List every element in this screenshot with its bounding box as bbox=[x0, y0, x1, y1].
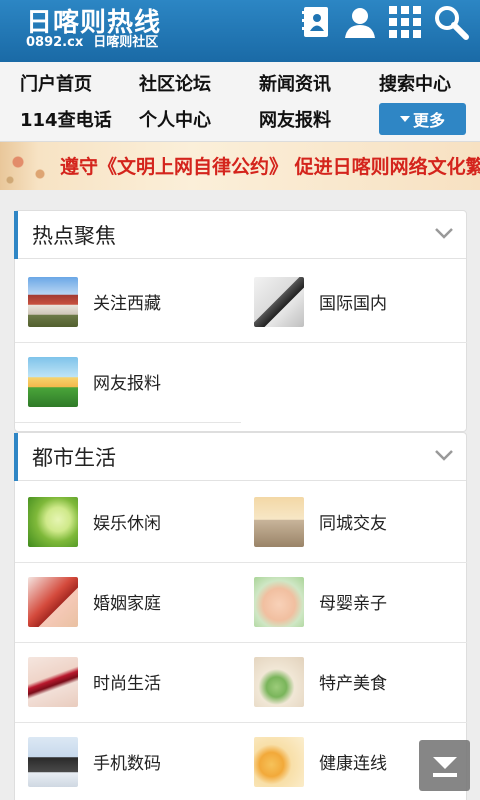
grid-item[interactable]: 特产美食 bbox=[241, 643, 467, 723]
chevron-down-icon[interactable] bbox=[434, 447, 454, 466]
nav-item-portal-home[interactable]: 门户首页 bbox=[20, 70, 92, 96]
banner-text: 遵守《文明上网自律公约》 促进日喀则网络文化繁荣 bbox=[60, 156, 480, 178]
nav-item-news[interactable]: 新闻资讯 bbox=[259, 70, 331, 96]
announcement-banner[interactable]: 遵守《文明上网自律公约》 促进日喀则网络文化繁荣 bbox=[0, 142, 480, 190]
grid-item-label: 娱乐休闲 bbox=[93, 514, 161, 534]
grid-item-label: 关注西藏 bbox=[93, 294, 161, 314]
phones-thumb bbox=[28, 737, 78, 787]
beach-couple-thumb bbox=[254, 497, 304, 547]
contact-book-icon[interactable] bbox=[296, 4, 336, 40]
grid-item[interactable]: 同城交友 bbox=[241, 483, 467, 563]
section-accent-bar bbox=[14, 211, 18, 259]
baby-thumb bbox=[254, 577, 304, 627]
arrow-down-icon bbox=[432, 756, 457, 777]
nav-item-phone-lookup[interactable]: 114查电话 bbox=[20, 106, 112, 132]
tibet-palace-thumb bbox=[28, 277, 78, 327]
section-title: 热点聚焦 bbox=[32, 224, 116, 248]
grid-item[interactable]: 网友报料 bbox=[15, 343, 241, 423]
section-header[interactable]: 都市生活 bbox=[14, 433, 466, 481]
flower-decoration-icon bbox=[0, 142, 60, 190]
grid-item-label: 特产美食 bbox=[319, 674, 387, 694]
section-accent-bar bbox=[14, 433, 18, 481]
girl-sunflower-thumb bbox=[28, 357, 78, 407]
grid-item[interactable]: 手机数码 bbox=[15, 723, 241, 800]
dumplings-thumb bbox=[254, 657, 304, 707]
grid-icon[interactable] bbox=[385, 4, 425, 40]
grid-item[interactable]: 娱乐休闲 bbox=[15, 483, 241, 563]
nav-item-community-forum[interactable]: 社区论坛 bbox=[139, 70, 211, 96]
grid-item-label: 国际国内 bbox=[319, 294, 387, 314]
section-header[interactable]: 热点聚焦 bbox=[14, 211, 466, 259]
scroll-to-bottom-button[interactable] bbox=[419, 740, 470, 791]
happy-fruit-thumb bbox=[254, 737, 304, 787]
lipstick-thumb bbox=[28, 657, 78, 707]
green-tea-thumb bbox=[28, 497, 78, 547]
search-icon[interactable] bbox=[431, 4, 471, 40]
chevron-down-icon bbox=[399, 116, 410, 122]
grid-item[interactable]: 时尚生活 bbox=[15, 643, 241, 723]
nav-item-search-center[interactable]: 搜索中心 bbox=[379, 70, 451, 96]
grid-item[interactable]: 母婴亲子 bbox=[241, 563, 467, 643]
grid-item-label: 手机数码 bbox=[93, 754, 161, 774]
site-logo-subtitle: 0892.cx 日喀则社区 bbox=[26, 31, 158, 50]
section-title: 都市生活 bbox=[32, 446, 116, 470]
more-button[interactable]: 更多 bbox=[379, 103, 466, 135]
grid-item[interactable]: 婚姻家庭 bbox=[15, 563, 241, 643]
user-icon[interactable] bbox=[340, 4, 380, 40]
grid-item-label: 健康连线 bbox=[319, 754, 387, 774]
grid-item-label: 网友报料 bbox=[93, 374, 161, 394]
chevron-down-icon[interactable] bbox=[434, 225, 454, 244]
section-city-life: 都市生活 娱乐休闲 同城交友 婚姻家庭 母婴亲子 时尚生活 特产美食 手机数码 … bbox=[14, 432, 467, 800]
grid-item[interactable]: 国际国内 bbox=[241, 263, 467, 343]
more-button-label: 更多 bbox=[412, 111, 445, 130]
nav-item-netizen-report[interactable]: 网友报料 bbox=[259, 106, 331, 132]
nav-item-personal-center[interactable]: 个人中心 bbox=[139, 106, 211, 132]
wedding-couple-thumb bbox=[28, 577, 78, 627]
grid-item-label: 母婴亲子 bbox=[319, 594, 387, 614]
grid-item-label: 婚姻家庭 bbox=[93, 594, 161, 614]
grid-item[interactable]: 关注西藏 bbox=[15, 263, 241, 343]
app-header: 日喀则热线 0892.cx 日喀则社区 bbox=[0, 0, 480, 62]
section-hot-focus: 热点聚焦 关注西藏 国际国内 网友报料 bbox=[14, 210, 467, 432]
coffee-newspaper-thumb bbox=[254, 277, 304, 327]
grid-item-label: 同城交友 bbox=[319, 514, 387, 534]
site-community-name: 日喀则社区 bbox=[93, 35, 159, 50]
grid-item-label: 时尚生活 bbox=[93, 674, 161, 694]
site-domain: 0892.cx bbox=[26, 35, 84, 50]
